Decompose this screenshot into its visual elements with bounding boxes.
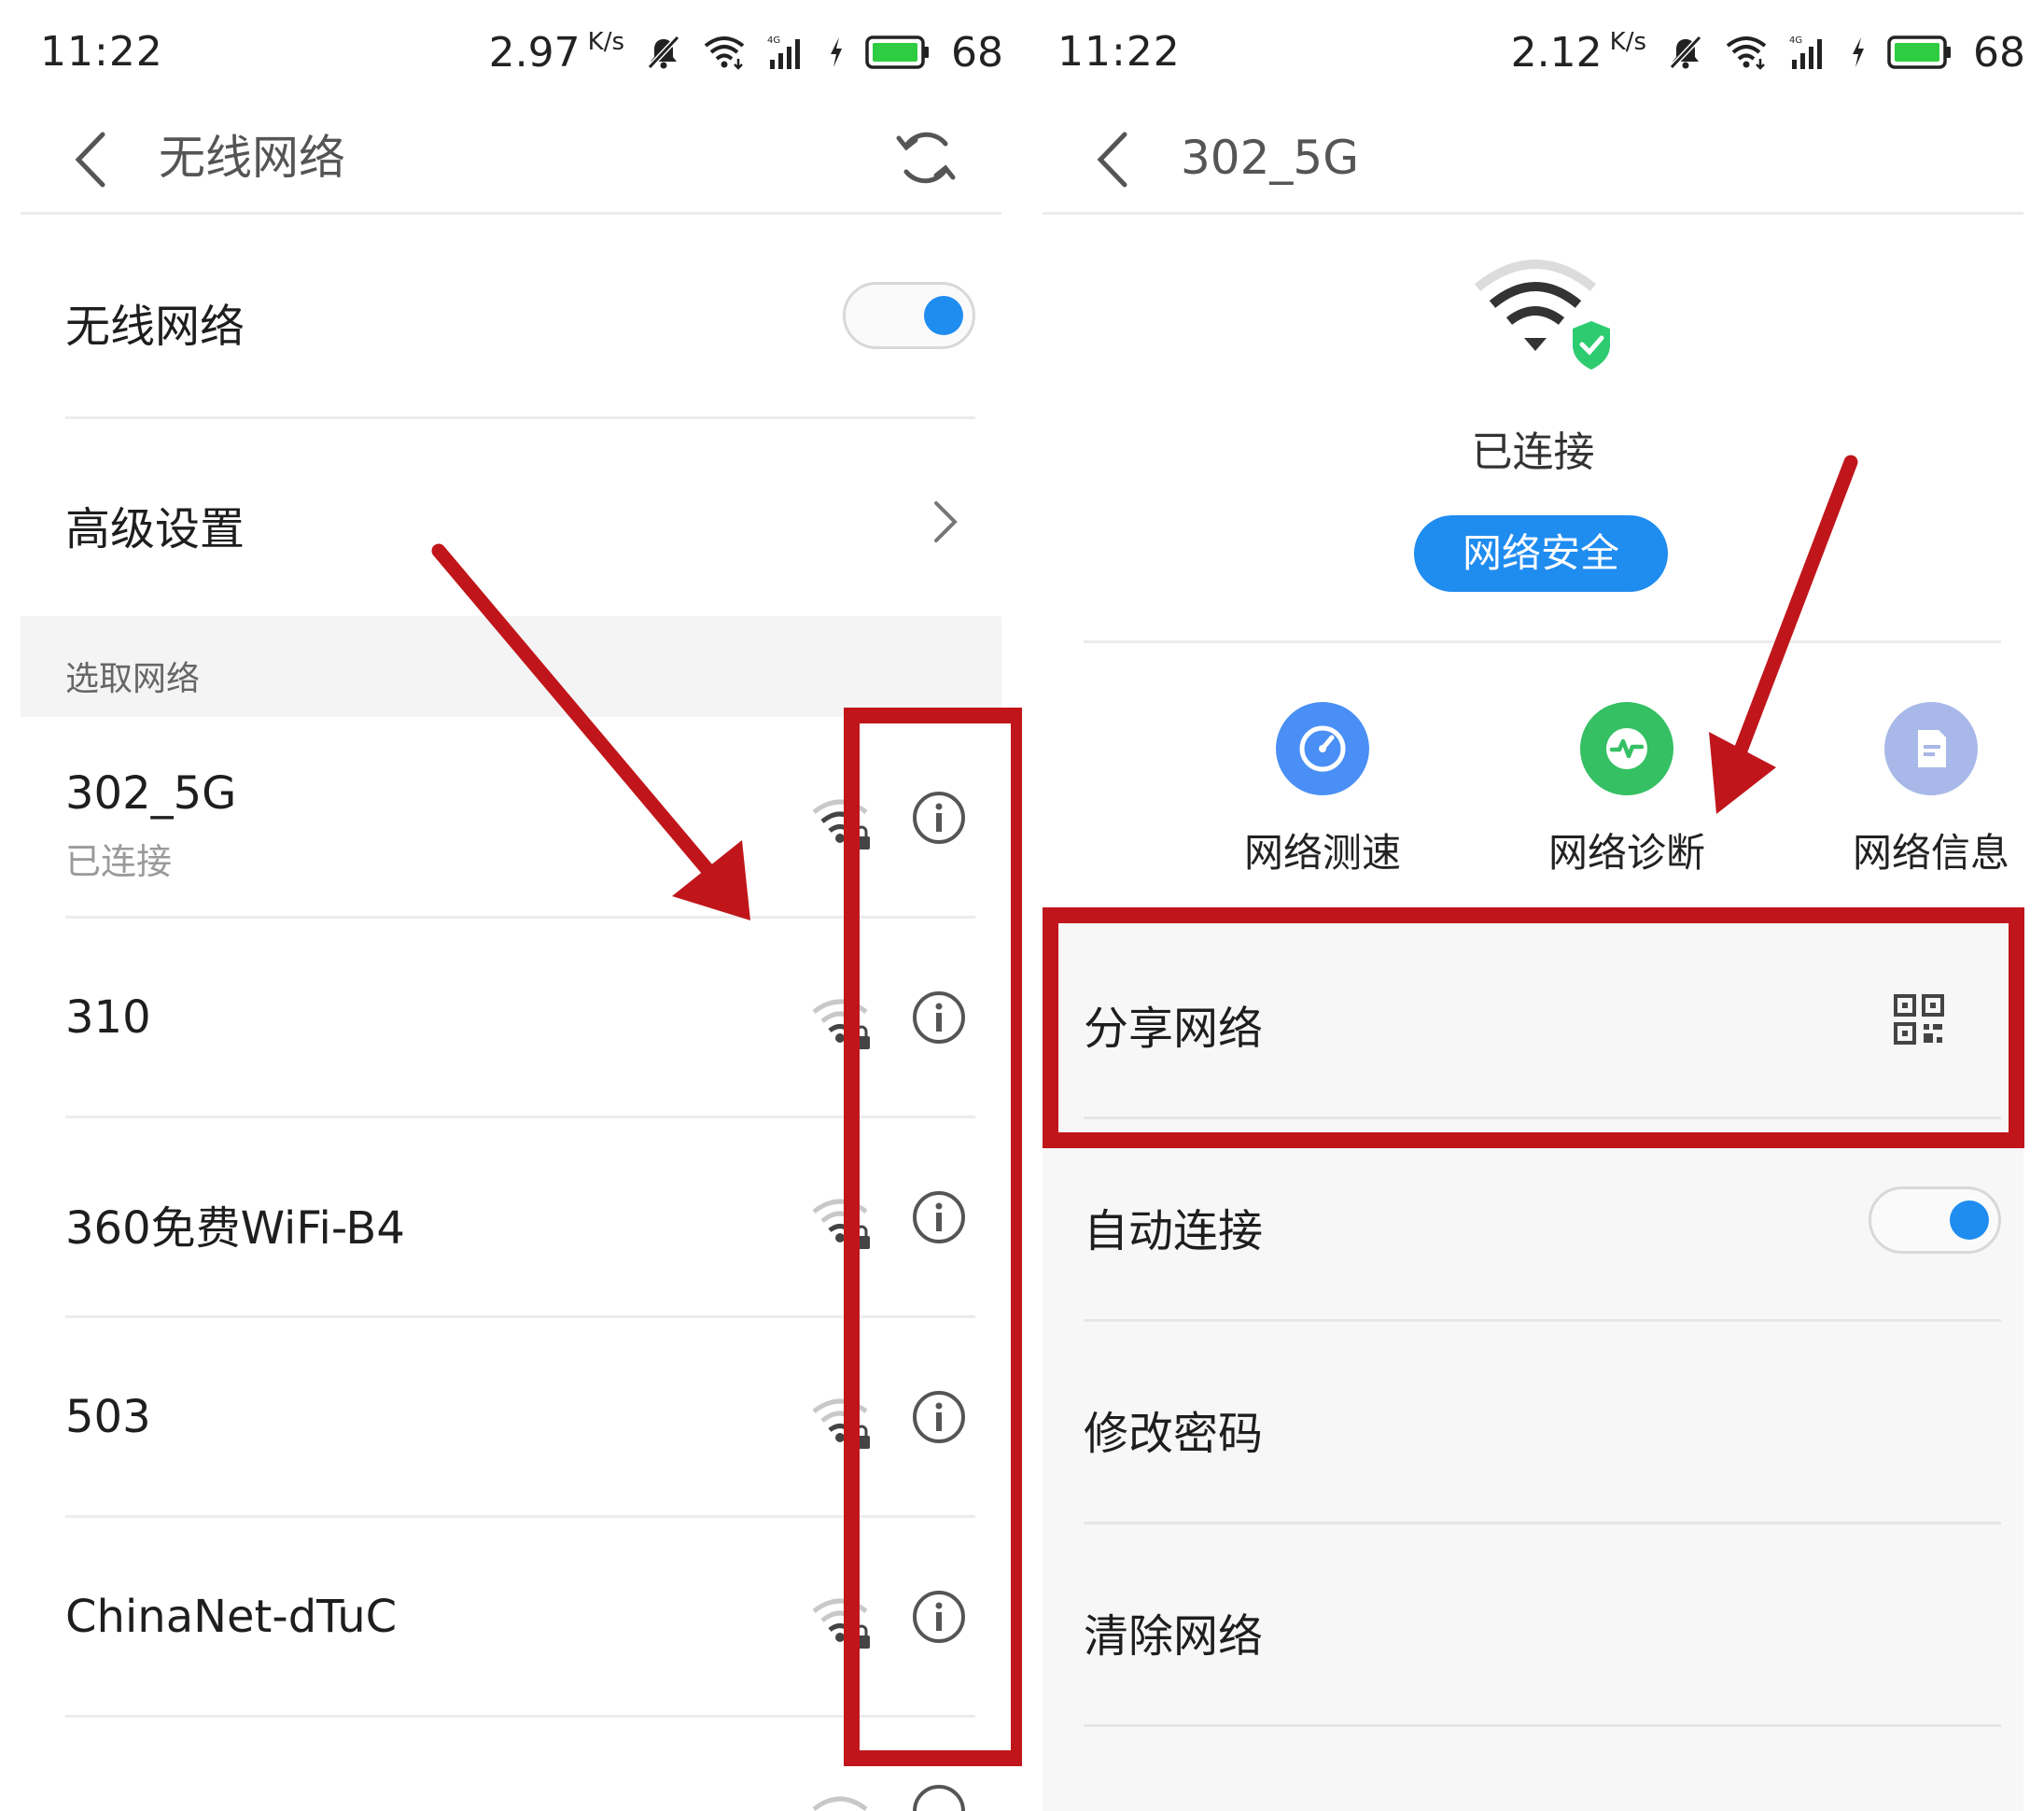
diagnose-label: 网络诊断 — [1547, 830, 1705, 876]
network-info-button[interactable]: 网络信息 — [1838, 702, 2024, 879]
back-arrow-icon[interactable] — [65, 127, 121, 192]
divider — [1084, 1724, 2001, 1727]
network-row[interactable]: 302_5G 已连接 — [0, 717, 1022, 917]
info-icon[interactable] — [911, 1189, 967, 1245]
network-name: ChinaNet-dTuC — [65, 1591, 398, 1643]
status-bar: 11:22 2.97 K/s 4G 68 — [0, 0, 1022, 103]
status-bar: 11:22 2.12 K/s 4G 68 — [1022, 0, 2044, 103]
speed-test-label: 网络测速 — [1243, 830, 1401, 876]
charging-icon — [831, 37, 842, 67]
network-row[interactable]: ChinaNet-dTuC — [0, 1518, 1022, 1718]
speed-test-circle — [1276, 702, 1369, 795]
battery-icon — [865, 35, 929, 69]
divider — [1084, 640, 2001, 643]
page-title: 302_5G — [1181, 131, 1359, 185]
settings-list: 分享网络 自动连接 修改密码 清除网络 — [1043, 917, 2023, 1811]
battery-level: 68 — [951, 28, 1003, 77]
mute-icon — [1669, 35, 1702, 70]
status-time: 11:22 — [40, 28, 163, 76]
mute-icon — [647, 35, 680, 70]
charging-icon — [1853, 37, 1864, 67]
info-icon[interactable] — [911, 1389, 967, 1445]
status-indicators: 2.97 K/s 4G 68 — [489, 26, 1003, 78]
network-info-label: 网络信息 — [1852, 830, 2009, 876]
connection-status: 已连接 — [1471, 428, 1595, 476]
qr-code-icon[interactable] — [1893, 993, 1945, 1046]
diagnose-circle — [1580, 702, 1673, 795]
section-header: 选取网络 — [21, 616, 1001, 717]
advanced-settings-label: 高级设置 — [65, 503, 245, 555]
forget-network-label: 清除网络 — [1084, 1610, 1264, 1663]
wifi-locked-icon — [812, 999, 870, 1049]
network-row[interactable]: 503 — [0, 1318, 1022, 1518]
page-title: 无线网络 — [159, 131, 345, 185]
change-password-label: 修改密码 — [1084, 1408, 1264, 1460]
cellular-4g-icon: 4G — [1789, 35, 1822, 69]
network-row[interactable]: 360免费WiFi-B4 — [0, 1118, 1022, 1318]
info-circle — [1884, 702, 1978, 795]
info-icon[interactable] — [911, 990, 967, 1046]
document-icon — [1918, 730, 1946, 767]
info-icon[interactable] — [911, 1589, 967, 1645]
auto-connect-row[interactable]: 自动连接 — [1084, 1119, 2001, 1319]
network-name: 310 — [65, 991, 151, 1044]
info-icon[interactable] — [911, 790, 967, 846]
header: 无线网络 — [21, 105, 1001, 215]
network-speed: 2.97 K/s — [488, 28, 624, 77]
wifi-secured-icon — [1474, 260, 1610, 370]
wifi-list-screen: 11:22 2.97 K/s 4G 68 无线网络 无线网络 高级设置 选取网络… — [0, 0, 1022, 1811]
forget-network-row[interactable]: 清除网络 — [1084, 1524, 2001, 1724]
network-status: 已连接 — [65, 841, 173, 882]
wifi-icon — [812, 1796, 868, 1811]
section-header-label: 选取网络 — [65, 660, 201, 698]
network-detail-screen: 11:22 2.12 K/s 4G 68 302_5G 已连接 网络安全 网络测… — [1022, 0, 2044, 1811]
wifi-locked-icon — [812, 1199, 870, 1249]
pulse-icon — [1606, 728, 1647, 769]
network-name: 360免费WiFi-B4 — [65, 1202, 405, 1255]
network-speed: 2.12 K/s — [1510, 28, 1646, 77]
network-diagnose-button[interactable]: 网络诊断 — [1533, 702, 1720, 879]
network-name: 302_5G — [65, 767, 237, 820]
wifi-status-icon — [1726, 36, 1767, 70]
svg-text:4G: 4G — [767, 35, 780, 46]
battery-icon — [1887, 35, 1951, 69]
wifi-locked-icon — [812, 1398, 870, 1449]
network-row[interactable]: 310 — [0, 919, 1022, 1118]
share-network-label: 分享网络 — [1084, 1003, 1264, 1055]
wifi-toggle-label: 无线网络 — [65, 301, 245, 353]
wifi-locked-icon — [812, 799, 870, 849]
auto-connect-label: 自动连接 — [1084, 1205, 1264, 1257]
wifi-locked-icon — [812, 1598, 870, 1649]
back-arrow-icon[interactable] — [1087, 127, 1143, 192]
svg-text:4G: 4G — [1789, 35, 1802, 46]
wifi-toggle-row[interactable]: 无线网络 — [65, 215, 975, 415]
info-icon[interactable] — [911, 1783, 967, 1811]
change-password-row[interactable]: 修改密码 — [1084, 1322, 2001, 1522]
toggle-knob — [1950, 1200, 1989, 1240]
advanced-settings-row[interactable]: 高级设置 — [65, 419, 975, 616]
network-name: 503 — [65, 1391, 151, 1443]
divider — [65, 1715, 975, 1718]
status-time: 11:22 — [1057, 28, 1181, 76]
refresh-icon[interactable] — [893, 123, 959, 192]
chevron-right-icon — [934, 501, 958, 542]
auto-connect-toggle[interactable] — [1869, 1186, 2001, 1254]
status-indicators: 2.12 K/s 4G 68 — [1511, 26, 2025, 78]
header: 302_5G — [1043, 105, 2023, 215]
network-security-button[interactable]: 网络安全 — [1414, 515, 1668, 592]
wifi-toggle-switch[interactable] — [843, 282, 975, 349]
battery-level: 68 — [1973, 28, 2025, 77]
speedometer-icon — [1299, 725, 1346, 772]
speed-test-button[interactable]: 网络测速 — [1229, 702, 1416, 879]
wifi-status-icon — [704, 36, 745, 70]
cellular-4g-icon: 4G — [767, 35, 800, 69]
toggle-knob — [924, 296, 963, 335]
share-network-row[interactable]: 分享网络 — [1084, 917, 2001, 1116]
